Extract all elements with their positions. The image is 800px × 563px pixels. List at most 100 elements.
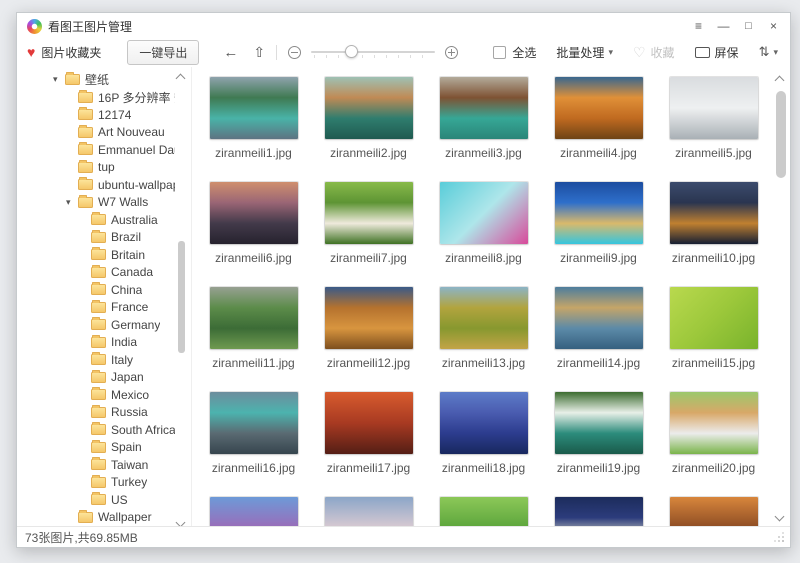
minimize-button[interactable]: — [711, 16, 736, 36]
folder-item[interactable]: Russia [17, 404, 191, 422]
folder-item[interactable]: India [17, 334, 191, 352]
folder-item[interactable]: Turkey [17, 474, 191, 492]
image-thumbnail[interactable] [670, 77, 758, 139]
maximize-button[interactable]: □ [736, 16, 761, 36]
resize-grip[interactable] [782, 540, 784, 542]
folder-item[interactable]: Spain [17, 439, 191, 457]
image-item[interactable] [311, 495, 426, 526]
folder-item[interactable]: Britain [17, 246, 191, 264]
folder-item[interactable]: ubuntu-wallpapers [17, 176, 191, 194]
image-item[interactable]: ziranmeili19.jpg [541, 390, 656, 495]
batch-process-dropdown[interactable]: 批量处理 ▾ [556, 44, 613, 61]
folder-item[interactable]: Japan [17, 369, 191, 387]
image-thumbnail[interactable] [325, 392, 413, 454]
image-thumbnail[interactable] [555, 182, 643, 244]
image-thumbnail[interactable] [440, 182, 528, 244]
image-thumbnail[interactable] [325, 287, 413, 349]
image-item[interactable]: ziranmeili18.jpg [426, 390, 541, 495]
image-item[interactable]: ziranmeili1.jpg [196, 75, 311, 180]
zoom-in-icon[interactable] [445, 46, 458, 59]
image-item[interactable]: ziranmeili2.jpg [311, 75, 426, 180]
folder-item[interactable]: France [17, 299, 191, 317]
select-all-checkbox[interactable] [493, 46, 506, 59]
image-item[interactable]: ziranmeili17.jpg [311, 390, 426, 495]
image-thumbnail[interactable] [555, 77, 643, 139]
expander-icon[interactable]: ▾ [53, 74, 65, 85]
expander-icon[interactable]: ▾ [66, 197, 78, 208]
image-item[interactable]: ziranmeili5.jpg [656, 75, 771, 180]
sort-dropdown[interactable]: ⇅ ▾ [759, 44, 778, 60]
image-item[interactable]: ziranmeili13.jpg [426, 285, 541, 390]
image-thumbnail[interactable] [670, 392, 758, 454]
image-item[interactable] [426, 495, 541, 526]
grid-scrollbar-thumb[interactable] [776, 91, 786, 178]
image-thumbnail[interactable] [325, 77, 413, 139]
back-icon[interactable]: ← [223, 44, 238, 61]
image-item[interactable] [196, 495, 311, 526]
image-thumbnail[interactable] [670, 182, 758, 244]
image-thumbnail[interactable] [440, 392, 528, 454]
image-thumbnail[interactable] [210, 77, 298, 139]
image-thumbnail[interactable] [210, 182, 298, 244]
folder-item[interactable]: Mexico [17, 386, 191, 404]
sidebar-scrollbar-thumb[interactable] [178, 241, 185, 353]
image-item[interactable]: ziranmeili9.jpg [541, 180, 656, 285]
folder-item[interactable]: Italy [17, 351, 191, 369]
image-item[interactable]: ziranmeili6.jpg [196, 180, 311, 285]
folder-item[interactable]: China [17, 281, 191, 299]
folder-item[interactable]: Canada [17, 264, 191, 282]
screensaver-button[interactable]: 屏保 [695, 44, 739, 61]
image-item[interactable] [541, 495, 656, 526]
folder-item[interactable]: tup [17, 159, 191, 177]
folder-item[interactable]: South Africa [17, 421, 191, 439]
zoom-out-icon[interactable] [288, 46, 301, 59]
image-item[interactable]: ziranmeili15.jpg [656, 285, 771, 390]
folder-item[interactable]: Art Nouveau [17, 124, 191, 142]
folder-item[interactable]: 12174 [17, 106, 191, 124]
folder-item[interactable]: Wallpaper [17, 509, 191, 527]
folder-item[interactable]: Germany [17, 316, 191, 334]
folder-item[interactable]: Brazil [17, 229, 191, 247]
image-thumbnail[interactable] [210, 392, 298, 454]
image-thumbnail[interactable] [555, 497, 643, 526]
image-item[interactable]: ziranmeili20.jpg [656, 390, 771, 495]
folder-item[interactable]: Taiwan [17, 456, 191, 474]
folder-item[interactable]: ▾W7 Walls [17, 194, 191, 212]
folder-item[interactable]: Emmanuel Dautric [17, 141, 191, 159]
image-item[interactable]: ziranmeili11.jpg [196, 285, 311, 390]
image-thumbnail[interactable] [325, 497, 413, 526]
folder-item[interactable]: 16P 多分辨率 安静 [17, 89, 191, 107]
up-level-icon[interactable]: ⇧ [253, 44, 265, 61]
image-thumbnail[interactable] [440, 77, 528, 139]
image-item[interactable]: ziranmeili12.jpg [311, 285, 426, 390]
select-all-control[interactable]: 全选 [493, 44, 536, 61]
image-thumbnail[interactable] [325, 182, 413, 244]
image-item[interactable]: ziranmeili3.jpg [426, 75, 541, 180]
folder-icon [78, 92, 93, 103]
image-item[interactable]: ziranmeili8.jpg [426, 180, 541, 285]
folder-item[interactable]: US [17, 491, 191, 509]
image-item[interactable] [656, 495, 771, 526]
image-item[interactable]: ziranmeili7.jpg [311, 180, 426, 285]
image-thumbnail[interactable] [440, 497, 528, 526]
close-button[interactable]: × [761, 16, 786, 36]
image-item[interactable]: ziranmeili10.jpg [656, 180, 771, 285]
favorite-button[interactable]: ♡ 收藏 [633, 44, 675, 61]
main-menu-button[interactable]: ≡ [686, 16, 711, 36]
export-button[interactable]: 一键导出 [127, 40, 199, 65]
folder-item[interactable]: ▾壁纸 [17, 71, 191, 89]
image-thumbnail[interactable] [555, 392, 643, 454]
folder-item[interactable]: Australia [17, 211, 191, 229]
image-item[interactable]: ziranmeili16.jpg [196, 390, 311, 495]
slider-track[interactable] [311, 51, 435, 53]
image-item[interactable]: ziranmeili14.jpg [541, 285, 656, 390]
image-thumbnail[interactable] [440, 287, 528, 349]
image-thumbnail[interactable] [210, 287, 298, 349]
image-thumbnail[interactable] [670, 287, 758, 349]
image-item[interactable]: ziranmeili4.jpg [541, 75, 656, 180]
zoom-slider-thumb[interactable] [345, 45, 358, 58]
image-thumbnail[interactable] [670, 497, 758, 526]
image-thumbnail[interactable] [210, 497, 298, 526]
thumbnail-size-slider[interactable] [311, 44, 435, 60]
image-thumbnail[interactable] [555, 287, 643, 349]
